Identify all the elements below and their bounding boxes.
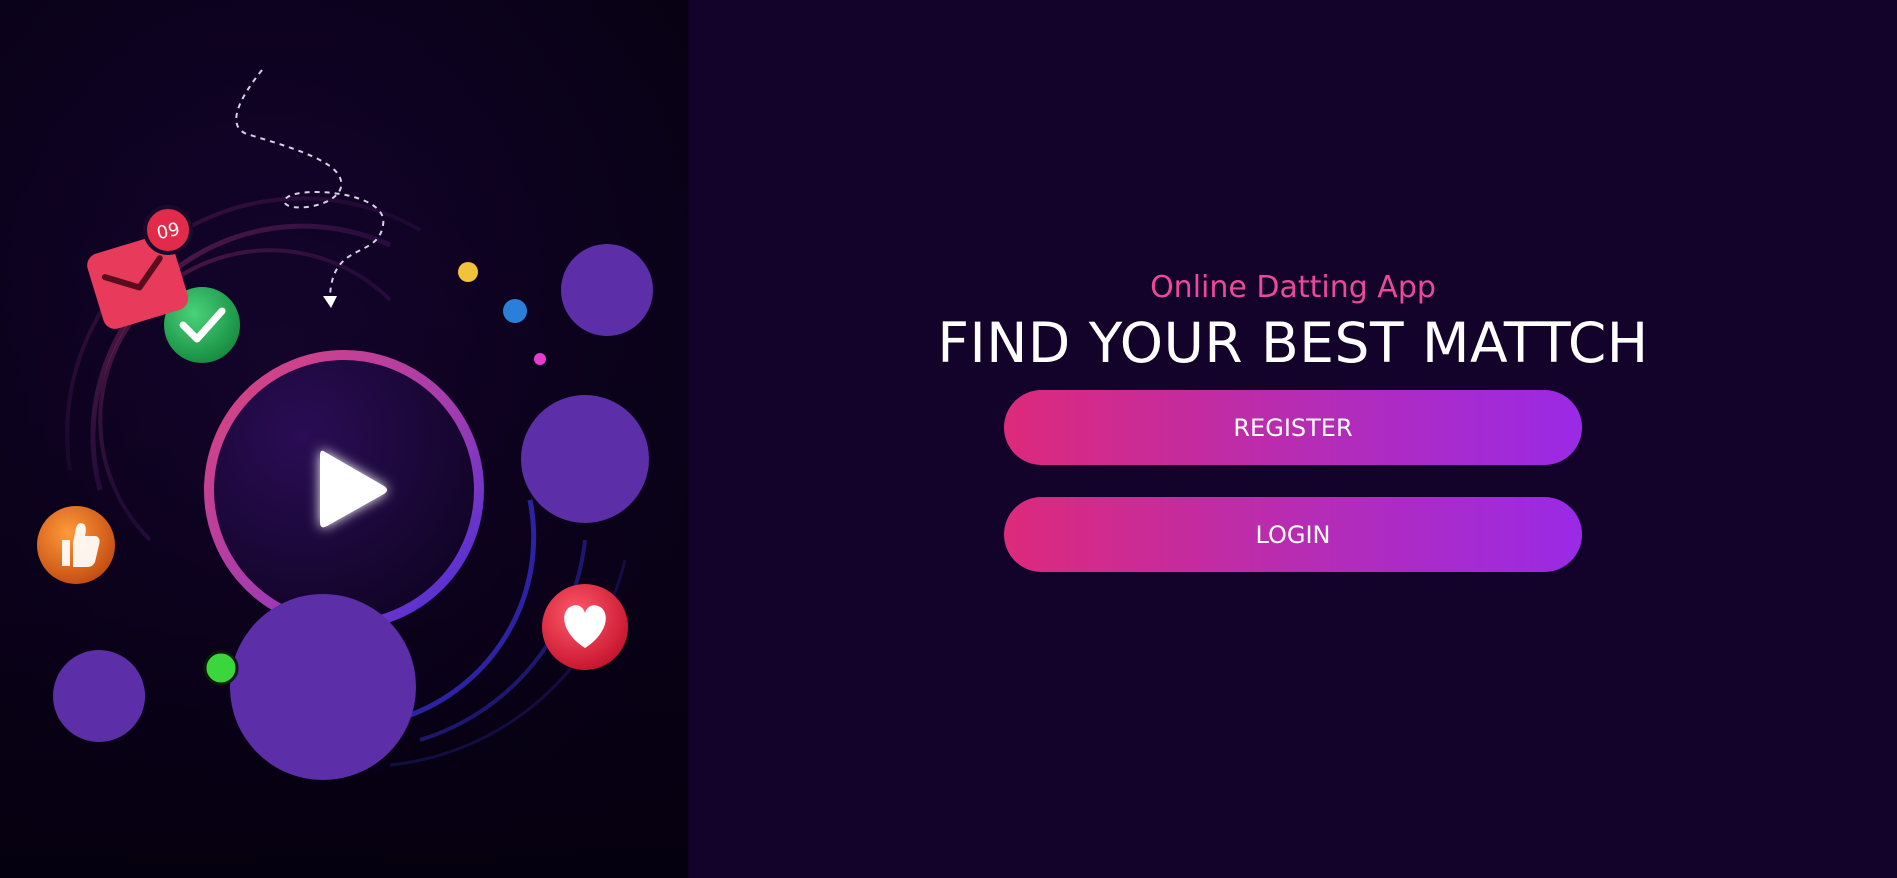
page-title: FIND YOUR BEST MATTCH <box>937 311 1649 375</box>
dashed-trail <box>235 69 385 301</box>
arrow-head-icon <box>323 296 337 308</box>
bubble-left-bottom <box>53 650 145 742</box>
dot-blue <box>503 299 527 323</box>
bubble-right-mid <box>521 395 649 523</box>
auth-panel: Online Datting App FIND YOUR BEST MATTCH… <box>900 270 1686 572</box>
heart-icon <box>542 584 628 670</box>
page: 09 Online Datting App FIND YOUR BEST MAT… <box>0 0 1897 878</box>
hero-illustration: 09 <box>0 0 688 878</box>
bubble-right-top <box>561 244 653 336</box>
register-button[interactable]: REGISTER <box>1004 390 1582 465</box>
bubble-large-bottom <box>230 594 416 780</box>
dot-yellow <box>458 262 478 282</box>
notification-badge: 09 <box>143 205 193 255</box>
login-button[interactable]: LOGIN <box>1004 497 1582 572</box>
app-subtitle: Online Datting App <box>1150 270 1436 305</box>
thumbs-up-icon <box>37 506 115 584</box>
hero-svg: 09 <box>37 69 653 780</box>
dot-pink <box>534 353 546 365</box>
panel-divider <box>688 0 690 878</box>
dot-green <box>203 650 239 686</box>
